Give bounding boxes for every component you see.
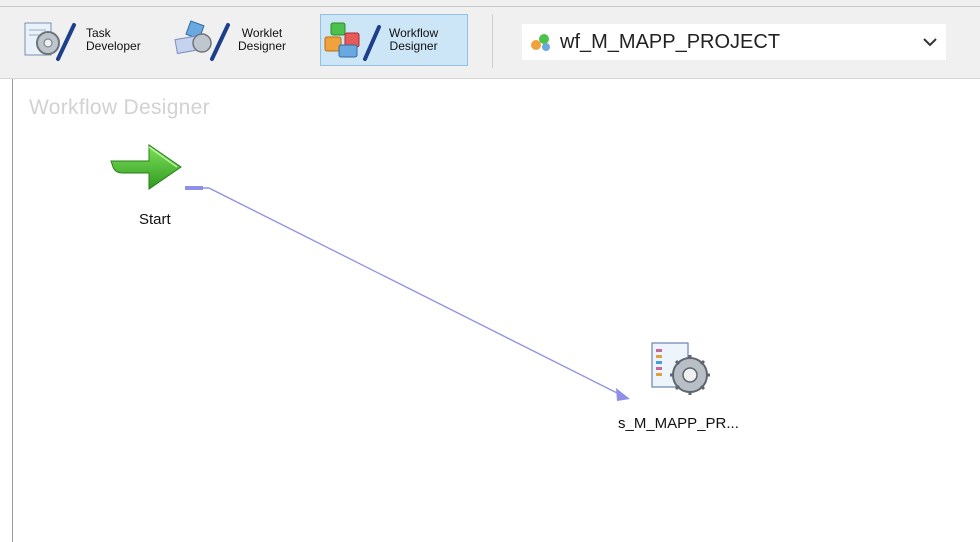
- toolbar-separator: [492, 14, 493, 68]
- workflow-designer-button[interactable]: Workflow Designer: [320, 14, 468, 66]
- session-icon: [651, 342, 710, 395]
- workflow-canvas[interactable]: Workflow Designer Start s_M_MAPP_PR...: [12, 79, 980, 542]
- session-node-label: s_M_MAPP_PR...: [618, 415, 739, 432]
- worklet-designer-label: Worklet Designer: [238, 26, 287, 53]
- session-node[interactable]: s_M_MAPP_PR...: [618, 337, 788, 437]
- toolbar: Task Developer Worklet Designer Workflow…: [0, 0, 980, 79]
- start-arrow-icon: [110, 144, 182, 190]
- task-developer-label: Task Developer: [86, 26, 141, 53]
- start-node-label: Start: [139, 211, 171, 228]
- workflow-icon: [531, 34, 550, 51]
- workflow-selector-value: wf_M_MAPP_PROJECT: [560, 30, 781, 53]
- start-node[interactable]: Start: [109, 137, 189, 237]
- toolbar-top-divider: [0, 6, 980, 7]
- workflow-designer-icon: [324, 22, 381, 61]
- chevron-down-icon[interactable]: [922, 35, 938, 49]
- workflow-designer-label: Workflow Designer: [389, 26, 439, 53]
- workflow-selector-dropdown[interactable]: wf_M_MAPP_PROJECT: [522, 24, 946, 60]
- task-developer-icon: [24, 22, 76, 61]
- task-developer-button[interactable]: Task Developer: [22, 14, 164, 66]
- worklet-designer-icon: [174, 20, 230, 61]
- worklet-designer-button[interactable]: Worklet Designer: [172, 14, 312, 66]
